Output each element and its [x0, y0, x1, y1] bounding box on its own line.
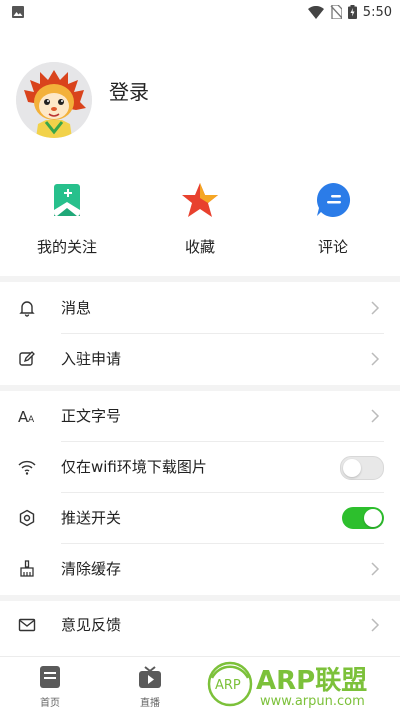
tab-live[interactable]: 直播: [100, 657, 200, 712]
tv-icon: [139, 666, 161, 688]
menu-item-settle-apply[interactable]: 入驻申请: [0, 334, 400, 385]
watermark-url: www.arpun.com: [260, 694, 365, 709]
my-follows-button[interactable]: 我的关注: [0, 172, 134, 268]
battery-icon: [347, 5, 357, 19]
broom-icon: [20, 560, 34, 577]
messages-label: 消息: [61, 299, 92, 317]
font-size-icon: A A: [18, 408, 35, 425]
bell-icon: [19, 301, 35, 317]
comments-button[interactable]: 评论: [266, 172, 400, 268]
menu-item-clear-cache[interactable]: 清除缓存: [0, 544, 400, 595]
menu-item-feedback[interactable]: 意见反馈: [0, 600, 400, 651]
comments-label: 评论: [317, 238, 348, 256]
menu-item-font-size[interactable]: A A 正文字号: [0, 391, 400, 442]
push-toggle[interactable]: [342, 507, 384, 529]
star-icon: [182, 183, 218, 217]
chevron-right-icon: [371, 618, 380, 632]
profile-header[interactable]: 登录: [0, 56, 400, 156]
clear-cache-label: 清除缓存: [61, 560, 122, 578]
tab-home[interactable]: 首页: [0, 657, 100, 712]
news-icon: [40, 666, 60, 688]
arp-watermark-logo: ARP ARP联盟 www.arpun.com: [207, 661, 367, 709]
favorites-button[interactable]: 收藏: [133, 172, 267, 268]
bookmark-icon: [54, 184, 80, 216]
wifi-signal-icon: [307, 5, 324, 19]
quick-actions: 我的关注 收藏 评论: [0, 172, 400, 272]
edit-icon: [19, 351, 35, 366]
settle-apply-label: 入驻申请: [61, 350, 122, 368]
chevron-right-icon: [371, 409, 380, 423]
wifi-icon: [18, 460, 36, 475]
status-time: 5:50: [362, 4, 392, 20]
no-sim-icon: [330, 5, 342, 19]
tab-live-label: 直播: [140, 698, 160, 709]
chevron-right-icon: [371, 352, 380, 366]
section-divider: [0, 276, 400, 282]
favorites-label: 收藏: [184, 238, 215, 256]
chevron-right-icon: [371, 301, 380, 315]
my-follows-label: 我的关注: [36, 238, 97, 256]
tab-home-label: 首页: [40, 698, 60, 709]
menu-item-messages[interactable]: 消息: [0, 283, 400, 334]
settings-hexagon-icon: [19, 509, 35, 527]
mail-icon: [18, 618, 36, 632]
push-label: 推送开关: [61, 509, 122, 527]
svg-text:A: A: [28, 415, 35, 425]
chevron-right-icon: [371, 562, 380, 576]
menu-item-push: 推送开关: [0, 493, 400, 544]
wifi-images-toggle[interactable]: [340, 456, 384, 480]
comment-icon: [316, 182, 351, 217]
avatar[interactable]: [16, 62, 92, 138]
wifi-images-label: 仅在wifi环境下载图片: [61, 458, 207, 476]
image-notification-icon: [12, 6, 24, 18]
watermark-brand: ARP联盟: [256, 666, 367, 696]
watermark-badge: ARP: [215, 678, 241, 693]
toggle-knob: [364, 509, 382, 527]
avatar-illustration: [16, 62, 92, 138]
status-bar: 5:50: [0, 0, 400, 24]
font-size-label: 正文字号: [61, 407, 122, 425]
menu-item-wifi-images: 仅在wifi环境下载图片: [0, 442, 400, 493]
login-link[interactable]: 登录: [109, 76, 149, 105]
feedback-label: 意见反馈: [61, 616, 122, 634]
toggle-knob: [343, 459, 361, 477]
